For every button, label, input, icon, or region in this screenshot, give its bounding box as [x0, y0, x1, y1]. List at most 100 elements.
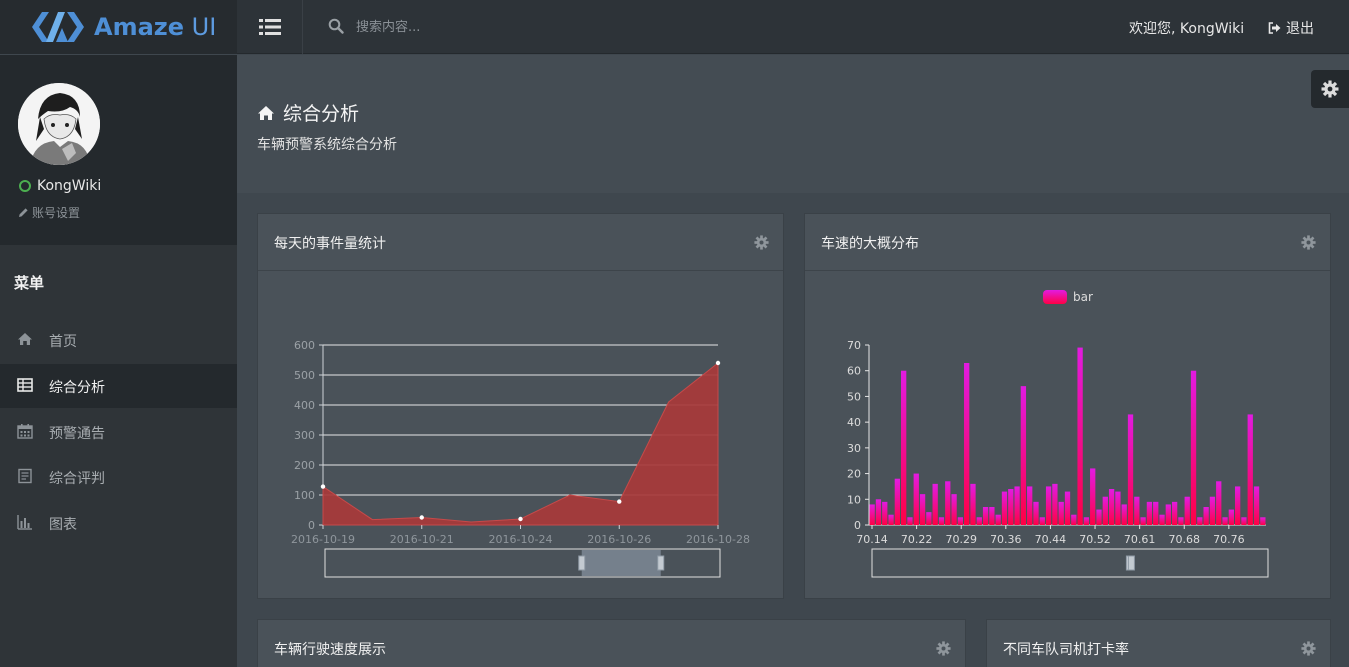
bar [907, 517, 913, 525]
page-title: 综合分析 [257, 99, 359, 126]
gear-icon[interactable] [936, 641, 951, 656]
username: KongWiki [37, 178, 102, 194]
bar [1209, 496, 1216, 525]
bar [1008, 489, 1014, 525]
bar [1171, 501, 1178, 525]
logout-label: 退出 [1286, 21, 1314, 37]
bar [926, 512, 932, 525]
datazoom-handle [1127, 555, 1135, 571]
x-tick-label: 70.68 [1168, 533, 1200, 546]
bar [1096, 509, 1102, 525]
user-profile: KongWiki 账号设置 [0, 55, 237, 245]
bar [875, 499, 882, 525]
panel-title: 每天的事件量统计 [274, 236, 386, 252]
panel-title: 不同车队司机打卡率 [1003, 642, 1129, 658]
vehicle-speed-panel: 车辆行驶速度展示 [257, 619, 966, 667]
sidebar-item-label: 首页 [49, 334, 77, 350]
x-tick-label: 70.29 [945, 533, 977, 546]
sidebar-item-analysis[interactable]: 综合分析 [0, 364, 237, 408]
account-settings-label: 账号设置 [32, 206, 81, 220]
datazoom-handle [578, 555, 586, 571]
bar [1190, 370, 1197, 525]
data-point [715, 360, 721, 366]
speed-bar-chart: bar 0 10 20 30 40 50 60 70 70.14 70.22 70.29 70.36 70… [847, 290, 1269, 578]
sign-out-icon [1268, 22, 1281, 34]
bar-chart-icon [17, 515, 32, 530]
menu-toggle-button[interactable] [237, 0, 303, 54]
logout-button[interactable]: 退出 [1268, 18, 1314, 38]
sidebar: KongWiki 账号设置 菜单 首页 综合分析 预警通告 综合评判 图表 [0, 55, 237, 667]
bar [869, 504, 875, 525]
gear-icon[interactable] [1301, 641, 1316, 656]
bar [982, 507, 989, 525]
bar [1115, 491, 1121, 525]
bar [1102, 496, 1108, 525]
page-subtitle: 车辆预警系统综合分析 [257, 137, 397, 153]
bar [970, 483, 976, 525]
bar [1052, 483, 1058, 525]
gear-icon[interactable] [1301, 235, 1316, 250]
pencil-icon [19, 208, 28, 217]
bar [1216, 481, 1222, 525]
bar [1134, 496, 1140, 525]
bar [1039, 517, 1045, 525]
search-input[interactable] [350, 14, 650, 40]
bar [1241, 517, 1247, 525]
menu-title: 菜单 [14, 274, 45, 292]
y-tick-label: 200 [294, 459, 315, 472]
bar [1083, 517, 1090, 525]
bar [938, 517, 945, 525]
bar [1203, 507, 1209, 525]
bar [1014, 486, 1020, 525]
bar [1001, 491, 1008, 525]
sidebar-item-evaluation[interactable]: 综合评判 [0, 455, 237, 499]
bar [888, 514, 894, 525]
datazoom-handle [657, 555, 665, 571]
sidebar-item-home[interactable]: 首页 [0, 318, 237, 362]
account-settings-link[interactable]: 账号设置 [18, 204, 80, 221]
bar [1247, 414, 1253, 525]
x-tick-label: 70.36 [990, 533, 1022, 546]
sidebar-item-warnings[interactable]: 预警通告 [0, 410, 237, 454]
user-status: KongWiki [19, 178, 101, 194]
theme-settings-button[interactable] [1311, 70, 1349, 108]
sidebar-item-charts[interactable]: 图表 [0, 501, 237, 545]
panel-header: 不同车队司机打卡率 [987, 620, 1330, 667]
bar [1159, 514, 1165, 525]
bar [1027, 486, 1033, 525]
speed-distribution-panel: 车速的大概分布 bar 0 10 20 30 40 50 60 70 70.14 70.22 70.2… [804, 213, 1331, 599]
bar [945, 481, 951, 525]
events-area-chart: 0 100 200 300 400 500 600 2016-10-19 2016-10-21 2… [291, 339, 750, 578]
x-tick-label: 2016-10-24 [489, 533, 553, 546]
driver-checkin-panel: 不同车队司机打卡率 [986, 619, 1331, 667]
area-series [322, 361, 719, 526]
gear-icon[interactable] [754, 235, 769, 250]
bar [1222, 517, 1228, 525]
x-tick-label: 70.52 [1079, 533, 1111, 546]
avatar[interactable] [18, 83, 100, 165]
bar [1165, 504, 1171, 525]
panel-header: 车辆行驶速度展示 [258, 620, 965, 667]
x-tick-label: 70.76 [1213, 533, 1245, 546]
x-tick-label: 70.61 [1124, 533, 1156, 546]
online-status-icon [19, 180, 31, 192]
sidebar-item-label: 预警通告 [49, 426, 105, 442]
bar [1077, 347, 1083, 525]
data-point [518, 516, 523, 522]
welcome-text: 欢迎您, KongWiki [1129, 21, 1245, 37]
bar [1140, 517, 1146, 525]
table-icon [17, 378, 33, 392]
y-tick-label: 70 [847, 339, 861, 352]
bar [1253, 486, 1260, 525]
datazoom-window [581, 550, 661, 576]
y-tick-label: 40 [847, 416, 861, 429]
page-header: 综合分析 车辆预警系统综合分析 [237, 55, 1349, 193]
bar [1234, 486, 1241, 525]
bar [894, 478, 901, 525]
search-icon [328, 18, 344, 34]
legend-label: bar [1073, 290, 1093, 304]
brand-logo[interactable]: Amaze UI [0, 0, 237, 54]
bar [1064, 491, 1071, 525]
legend-swatch [1043, 290, 1067, 304]
x-tick-label: 70.44 [1035, 533, 1067, 546]
